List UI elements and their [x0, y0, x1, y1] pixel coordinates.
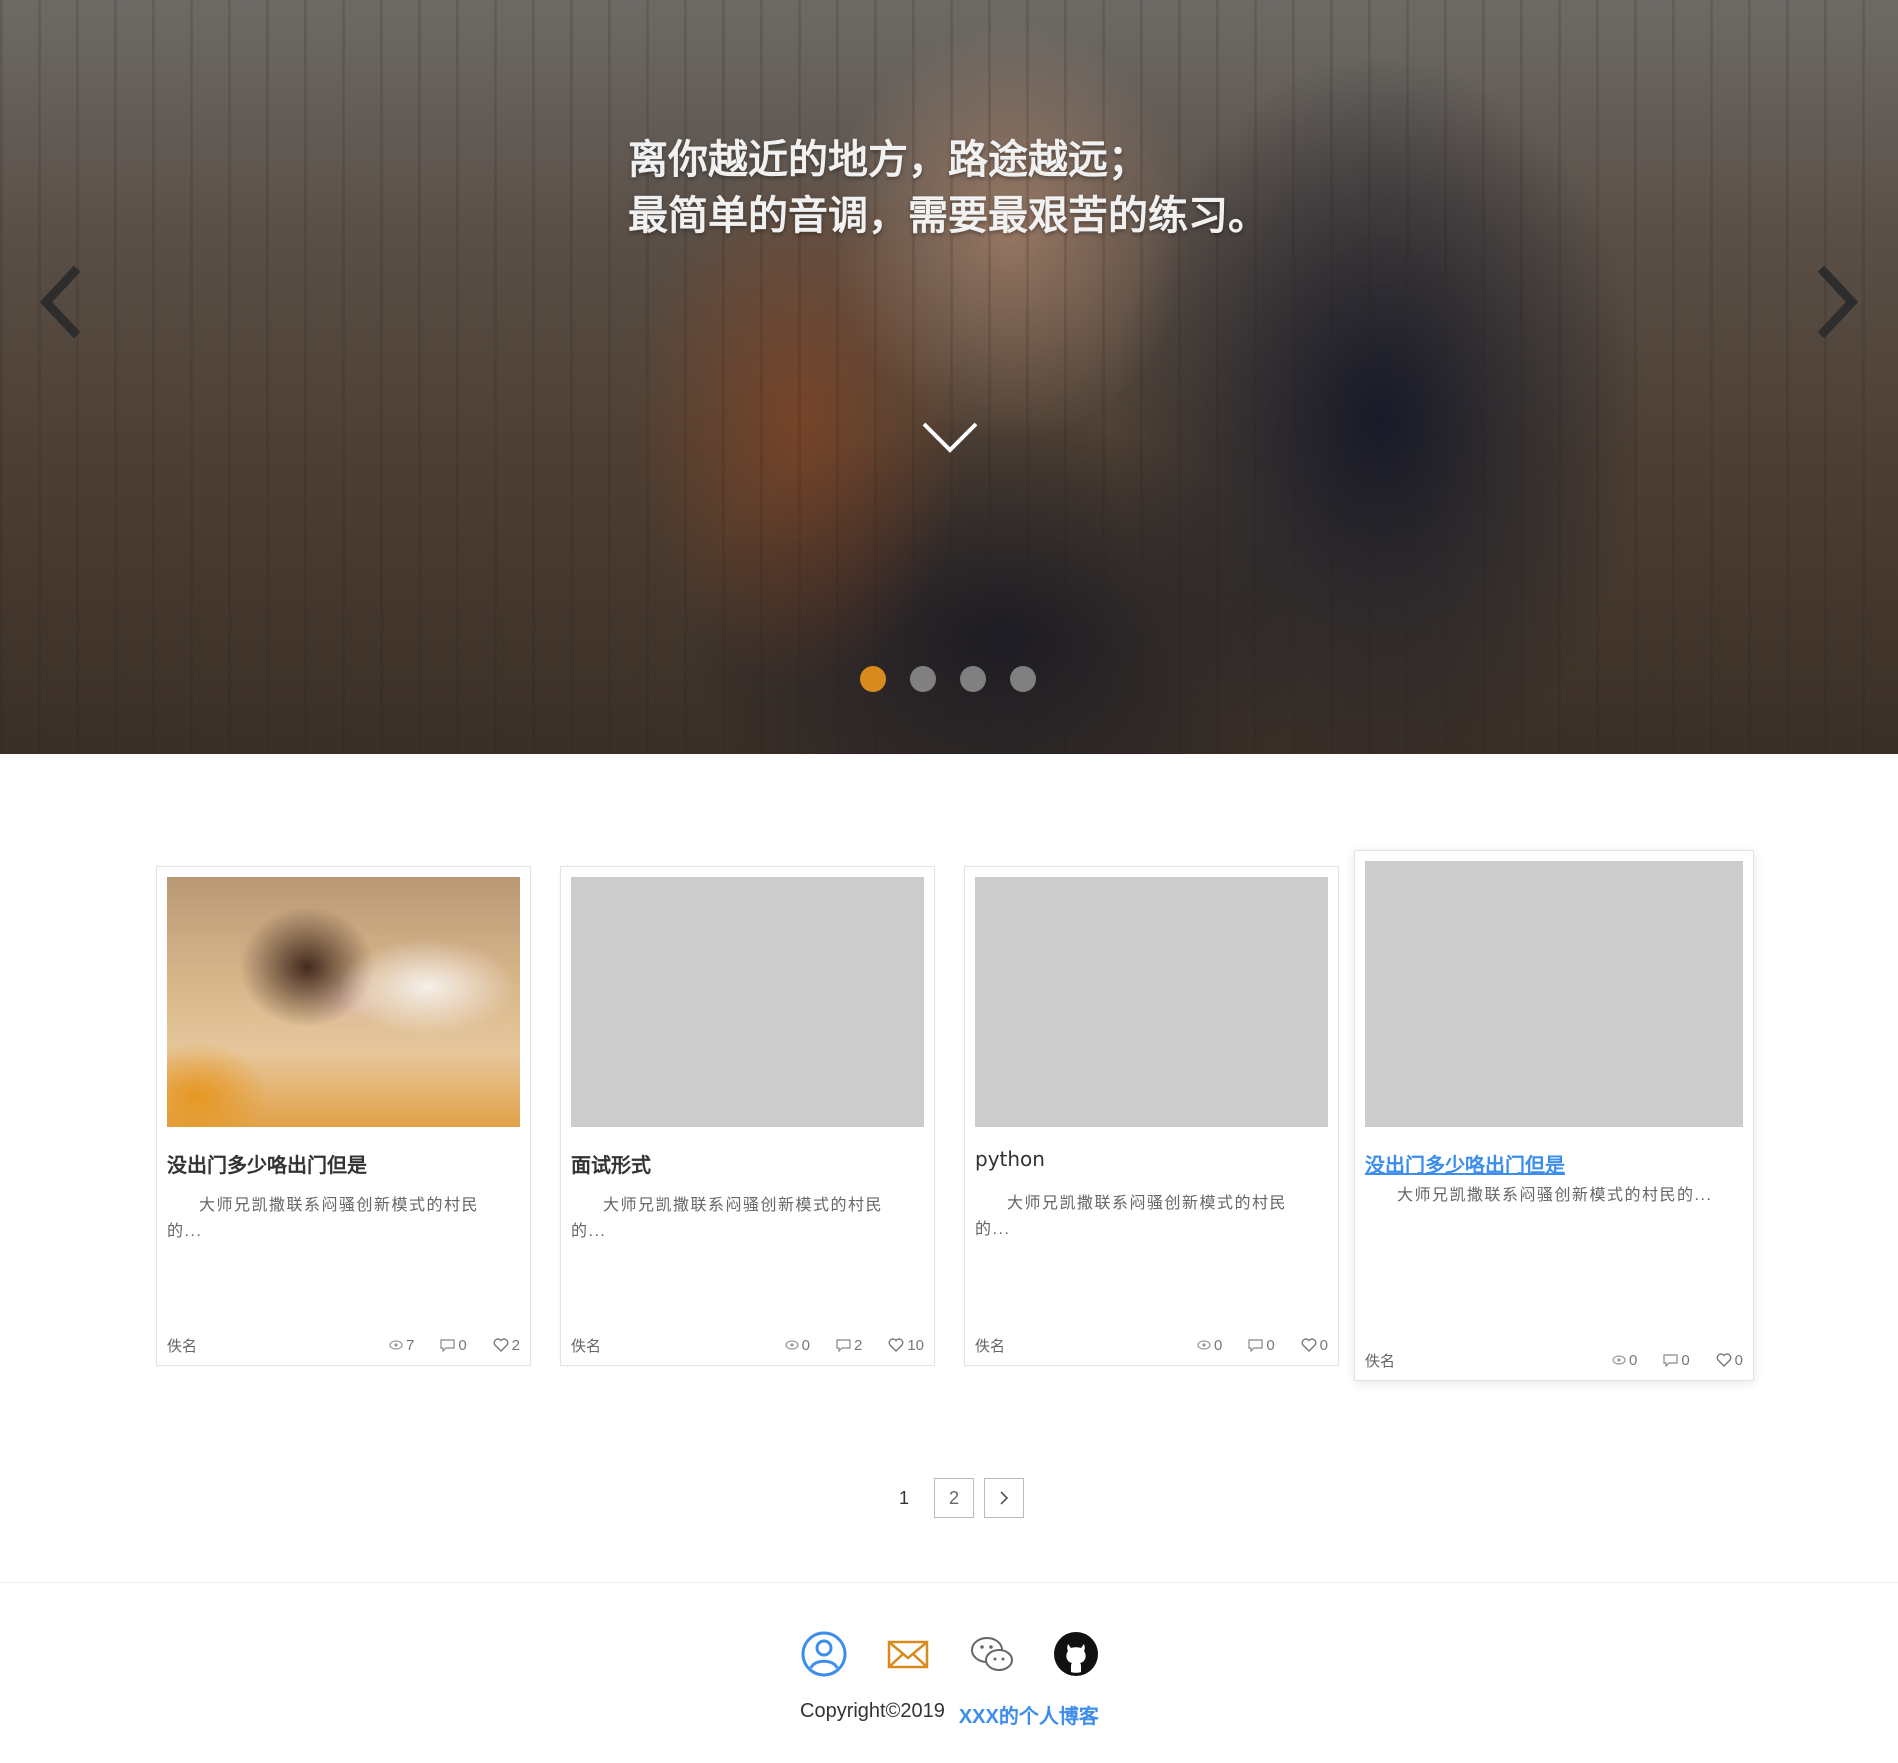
carousel-dot-1[interactable]	[860, 666, 886, 692]
wechat-icon[interactable]	[968, 1630, 1016, 1678]
carousel-indicators	[860, 666, 1036, 692]
copyright-text: Copyright©2019	[800, 1700, 945, 1722]
post-title[interactable]: python	[975, 1147, 1045, 1171]
likes-count[interactable]: 0	[1716, 1352, 1743, 1369]
hero-background-image	[0, 0, 1898, 754]
views-count: 7	[389, 1337, 414, 1354]
eye-icon	[1612, 1355, 1626, 1365]
hero-quote: 离你越近的地方，路途越远； 最简单的音调，需要最艰苦的练习。	[628, 132, 1268, 244]
post-card[interactable]: python 大师兄凯撒联系闷骚创新模式的村民的... 佚名 0 0 0	[964, 866, 1339, 1366]
comments-value: 0	[458, 1336, 467, 1354]
views-value: 7	[405, 1336, 415, 1354]
carousel-dot-3[interactable]	[960, 666, 986, 692]
likes-count[interactable]: 2	[493, 1337, 520, 1354]
comments-count: 0	[1248, 1336, 1275, 1354]
post-author: 佚名	[167, 1337, 198, 1355]
post-card[interactable]: 没出门多少咯出门但是 大师兄凯撒联系闷骚创新模式的村民的... 佚名 7 0 2	[156, 866, 531, 1366]
post-meta: 佚名 0 0 0	[975, 1335, 1328, 1355]
likes-value: 0	[1734, 1351, 1743, 1369]
post-author: 佚名	[571, 1337, 602, 1355]
post-thumbnail-placeholder[interactable]	[975, 877, 1328, 1127]
carousel-prev-button[interactable]	[32, 262, 92, 342]
hero-quote-line1: 离你越近的地方，路途越远；	[628, 138, 1148, 182]
views-count: 0	[1612, 1352, 1637, 1369]
likes-value: 0	[1319, 1336, 1328, 1354]
comments-value: 2	[853, 1336, 863, 1354]
post-title[interactable]: 没出门多少咯出门但是	[167, 1149, 367, 1178]
comments-value: 0	[1681, 1351, 1690, 1369]
hero-quote-line2: 最简单的音调，需要最艰苦的练习。	[628, 194, 1268, 238]
user-circle-icon[interactable]	[800, 1630, 848, 1678]
heart-icon	[493, 1338, 509, 1352]
likes-value: 10	[907, 1336, 924, 1354]
views-count: 0	[785, 1337, 810, 1354]
post-card[interactable]: 面试形式 大师兄凯撒联系闷骚创新模式的村民的... 佚名 0 2 10	[560, 866, 935, 1366]
page-1-button[interactable]: 1	[884, 1478, 924, 1518]
comments-count: 0	[440, 1336, 467, 1354]
chevron-left-icon	[39, 265, 81, 339]
social-links	[800, 1630, 1100, 1678]
eye-icon	[785, 1340, 799, 1350]
post-meta: 佚名 0 0 0	[1365, 1350, 1743, 1370]
chevron-right-icon	[1000, 1491, 1009, 1505]
pagination: 1 2	[884, 1478, 1024, 1518]
post-thumbnail-placeholder[interactable]	[571, 877, 924, 1127]
comment-icon	[1248, 1338, 1263, 1352]
post-card-hovered[interactable]: 没出门多少咯出门但是 大师兄凯撒联系闷骚创新模式的村民的... 佚名 0 0 0	[1354, 850, 1754, 1381]
heart-icon	[1716, 1353, 1732, 1367]
github-icon[interactable]	[1052, 1630, 1100, 1678]
post-excerpt: 大师兄凯撒联系闷骚创新模式的村民的...	[1397, 1187, 1713, 1204]
mail-icon[interactable]	[884, 1630, 932, 1678]
post-meta: 佚名 0 2 10	[571, 1335, 924, 1355]
post-excerpt: 大师兄凯撒联系闷骚创新模式的村民的...	[167, 1197, 480, 1240]
carousel-dot-2[interactable]	[910, 666, 936, 692]
post-author: 佚名	[975, 1337, 1006, 1355]
eye-icon	[1197, 1340, 1211, 1350]
post-thumbnail[interactable]	[167, 877, 520, 1127]
page-2-button[interactable]: 2	[934, 1478, 974, 1518]
post-excerpt: 大师兄凯撒联系闷骚创新模式的村民的...	[975, 1195, 1288, 1238]
heart-icon	[888, 1338, 904, 1352]
chevron-right-icon	[1817, 265, 1859, 339]
blog-name-link[interactable]: XXX的个人博客	[959, 1700, 1099, 1729]
post-title-link[interactable]: 没出门多少咯出门但是	[1365, 1149, 1565, 1178]
comment-icon	[440, 1338, 455, 1352]
post-thumbnail-placeholder[interactable]	[1365, 861, 1743, 1127]
carousel-next-button[interactable]	[1806, 262, 1866, 342]
views-value: 0	[1628, 1351, 1638, 1369]
hero-carousel: 离你越近的地方，路途越远； 最简单的音调，需要最艰苦的练习。	[0, 0, 1898, 754]
likes-count[interactable]: 10	[888, 1337, 924, 1354]
comment-icon	[1663, 1353, 1678, 1367]
views-value: 0	[1213, 1336, 1223, 1354]
post-excerpt: 大师兄凯撒联系闷骚创新模式的村民的...	[571, 1197, 884, 1240]
comments-count: 2	[836, 1337, 862, 1354]
comments-value: 0	[1266, 1336, 1275, 1354]
next-page-button[interactable]	[984, 1478, 1024, 1518]
footer-divider	[0, 1582, 1898, 1583]
post-meta: 佚名 7 0 2	[167, 1335, 520, 1355]
heart-icon	[1301, 1338, 1317, 1352]
likes-value: 2	[511, 1336, 520, 1354]
copyright: Copyright©2019 XXX的个人博客	[800, 1700, 1099, 1729]
post-card-list: 没出门多少咯出门但是 大师兄凯撒联系闷骚创新模式的村民的... 佚名 7 0 2…	[156, 850, 1756, 1386]
post-author: 佚名	[1365, 1352, 1396, 1370]
post-title[interactable]: 面试形式	[571, 1149, 651, 1178]
likes-count[interactable]: 0	[1301, 1337, 1328, 1354]
views-value: 0	[801, 1336, 810, 1354]
scroll-down-icon[interactable]	[920, 418, 980, 458]
carousel-dot-4[interactable]	[1010, 666, 1036, 692]
comments-count: 0	[1663, 1351, 1690, 1369]
comment-icon	[836, 1338, 851, 1352]
views-count: 0	[1197, 1337, 1222, 1354]
eye-icon	[389, 1340, 403, 1350]
